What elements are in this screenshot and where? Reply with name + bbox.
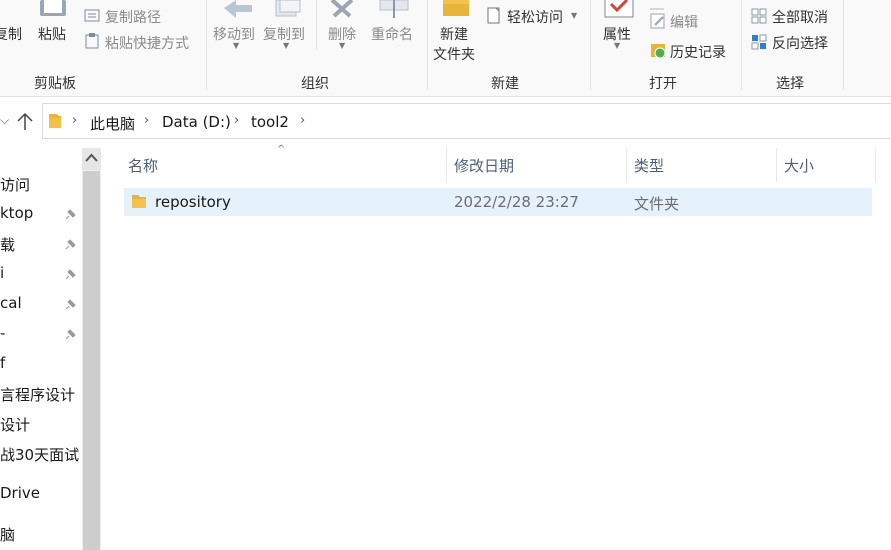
copy-path-icon: [84, 9, 100, 23]
nav-item-documents[interactable]: i: [0, 264, 4, 282]
pin-icon: [63, 208, 77, 222]
move-to-icon: [222, 0, 254, 18]
breadcrumb-chevron-icon[interactable]: ›: [234, 113, 239, 128]
column-divider[interactable]: [776, 148, 777, 182]
address-bar[interactable]: › 此电脑 › Data (D:) › tool2 ›: [42, 103, 891, 139]
nav-item-quick-access[interactable]: 访问: [0, 174, 30, 195]
scroll-up-button[interactable]: [82, 148, 101, 170]
group-divider: [843, 0, 844, 90]
group-divider: [741, 0, 742, 90]
new-folder-icon: [441, 0, 471, 18]
nav-item-folder[interactable]: 战30天面试: [0, 444, 79, 465]
column-header-name[interactable]: 名称: [128, 155, 158, 176]
pin-icon: [63, 328, 77, 342]
new-folder-label-line2[interactable]: 文件夹: [433, 44, 475, 64]
breadcrumb-tool2[interactable]: tool2: [251, 113, 289, 131]
column-divider[interactable]: [875, 148, 876, 182]
column-divider[interactable]: [446, 148, 447, 182]
easy-access-icon: [486, 7, 502, 25]
move-to-dropdown-icon: ▼: [233, 41, 240, 50]
divider: [316, 0, 317, 50]
select-group-label: 选择: [776, 76, 804, 92]
copy-button[interactable]: 复制: [0, 24, 22, 44]
new-group-label: 新建: [491, 76, 519, 92]
select-all-icon: [751, 8, 767, 24]
column-header-type[interactable]: 类型: [634, 155, 664, 176]
file-type: 文件夹: [634, 195, 680, 213]
copy-path-button[interactable]: 复制路径: [105, 7, 161, 27]
file-row[interactable]: repository 2022/2/28 23:27 文件夹: [124, 188, 872, 216]
nav-item-downloads[interactable]: 载: [0, 234, 15, 255]
nav-item-onedrive[interactable]: Drive: [0, 484, 40, 502]
edit-button[interactable]: 编辑: [670, 12, 698, 32]
invert-selection-button[interactable]: 反向选择: [772, 33, 828, 53]
copy-to-dropdown-icon: ▼: [283, 41, 290, 50]
nav-item-folder[interactable]: 设计: [0, 414, 30, 435]
file-name[interactable]: repository: [155, 193, 231, 211]
open-icon: [650, 0, 664, 10]
breadcrumb-chevron-icon[interactable]: ›: [300, 113, 305, 128]
history-button[interactable]: 历史记录: [670, 42, 726, 62]
ribbon: 复制 粘贴 复制路径 粘贴快捷方式 剪贴板 移动到 ▼ 复制到 ▼ 删除 ▼ 重…: [0, 0, 891, 97]
paste-shortcut-icon: [84, 33, 100, 49]
invert-selection-icon: [751, 34, 767, 50]
nav-scrollbar[interactable]: [82, 148, 101, 550]
file-modified: 2022/2/28 23:27: [454, 193, 579, 211]
pin-icon: [63, 298, 77, 312]
edit-icon: [650, 13, 666, 29]
up-arrow-icon[interactable]: [13, 110, 37, 134]
group-divider: [206, 0, 207, 90]
nav-item-local[interactable]: cal: [0, 294, 22, 312]
nav-item-folder[interactable]: f: [0, 354, 5, 372]
nav-item-folder[interactable]: 言程序设计: [0, 384, 75, 405]
properties-dropdown-icon: ▼: [614, 41, 621, 50]
clipboard-group-label: 剪贴板: [34, 76, 76, 92]
rename-button[interactable]: 重命名: [371, 24, 413, 44]
navigation-pane: 访问 ktop 载 i cal - f 言程序设计 设计 战30天面试 Driv…: [0, 148, 82, 550]
easy-access-button[interactable]: 轻松访问: [507, 7, 563, 27]
nav-item-desktop[interactable]: ktop: [0, 204, 33, 222]
group-divider: [427, 0, 428, 90]
paste-shortcut-button[interactable]: 粘贴快捷方式: [105, 33, 189, 53]
history-icon: [650, 41, 666, 59]
easy-access-dropdown-icon: ▼: [571, 11, 578, 20]
recent-locations-icon[interactable]: ⌵: [0, 113, 9, 128]
pin-icon: [63, 238, 77, 252]
group-divider: [590, 0, 591, 90]
organize-group-label: 组织: [301, 76, 329, 92]
pin-icon: [63, 268, 77, 282]
copy-to-icon: [272, 0, 304, 18]
breadcrumb-drive[interactable]: Data (D:): [162, 113, 231, 131]
paste-icon: [38, 0, 68, 18]
select-none-button[interactable]: 全部取消: [772, 7, 828, 27]
column-header-modified[interactable]: 修改日期: [454, 155, 514, 176]
folder-icon: [131, 194, 147, 209]
breadcrumb-this-pc[interactable]: 此电脑: [90, 113, 135, 134]
sort-ascending-icon: ^: [277, 144, 286, 155]
rename-icon: [378, 0, 412, 18]
column-divider[interactable]: [626, 148, 627, 182]
paste-button[interactable]: 粘贴: [38, 24, 66, 44]
properties-icon: [604, 0, 634, 18]
breadcrumb-chevron-icon[interactable]: ›: [144, 113, 149, 128]
new-folder-label-line1[interactable]: 新建: [440, 24, 468, 44]
open-group-label: 打开: [649, 76, 677, 92]
delete-dropdown-icon: ▼: [339, 41, 346, 50]
nav-item-this-pc[interactable]: 脑: [0, 524, 15, 545]
scroll-thumb[interactable]: [83, 171, 100, 550]
delete-icon: [328, 0, 360, 18]
folder-icon: [48, 113, 62, 129]
breadcrumb-chevron-icon[interactable]: ›: [72, 113, 77, 128]
nav-item-pinned[interactable]: -: [0, 324, 5, 342]
column-header-size[interactable]: 大小: [784, 155, 814, 176]
